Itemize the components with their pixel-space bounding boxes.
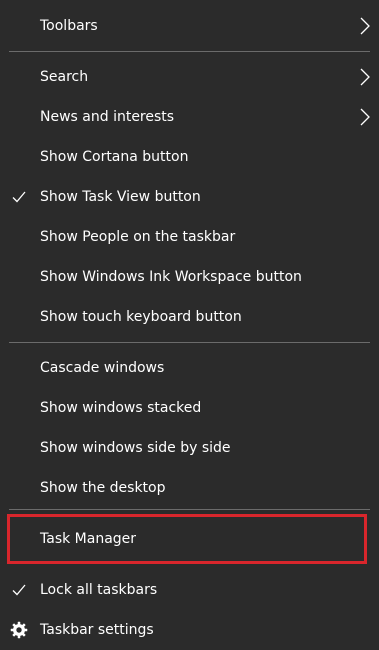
- menu-item-label: Taskbar settings: [40, 622, 154, 638]
- menu-separator: [9, 51, 370, 52]
- gear-icon: [10, 621, 28, 639]
- menu-item-label: Cascade windows: [40, 360, 165, 376]
- menu-item-label: Show Cortana button: [40, 149, 189, 165]
- menu-item-show-cortana-button[interactable]: Show Cortana button: [0, 137, 379, 177]
- menu-item-show-touch-keyboard[interactable]: Show touch keyboard button: [0, 297, 379, 337]
- menu-item-label: Show Task View button: [40, 189, 201, 205]
- menu-item-label: Lock all taskbars: [40, 582, 158, 598]
- menu-item-cascade-windows[interactable]: Cascade windows: [0, 348, 379, 388]
- checkmark-icon: [12, 584, 26, 596]
- menu-item-show-ink-workspace[interactable]: Show Windows Ink Workspace button: [0, 257, 379, 297]
- menu-item-taskbar-settings[interactable]: Taskbar settings: [0, 610, 379, 650]
- menu-item-label: Show Windows Ink Workspace button: [40, 269, 302, 285]
- chevron-right-icon: [360, 17, 370, 35]
- menu-separator: [9, 342, 370, 343]
- menu-item-lock-all-taskbars[interactable]: Lock all taskbars: [0, 570, 379, 610]
- menu-item-label: Show windows side by side: [40, 440, 231, 456]
- menu-item-label: News and interests: [40, 109, 175, 125]
- menu-item-show-desktop[interactable]: Show the desktop: [0, 468, 379, 508]
- highlight-box: [7, 514, 367, 564]
- menu-item-label: Search: [40, 69, 89, 85]
- chevron-right-icon: [360, 68, 370, 86]
- menu-item-label: Show windows stacked: [40, 400, 202, 416]
- menu-item-show-windows-stacked[interactable]: Show windows stacked: [0, 388, 379, 428]
- menu-item-show-task-view-button[interactable]: Show Task View button: [0, 177, 379, 217]
- menu-item-show-people[interactable]: Show People on the taskbar: [0, 217, 379, 257]
- menu-item-show-windows-side-by-side[interactable]: Show windows side by side: [0, 428, 379, 468]
- menu-item-label: Toolbars: [40, 18, 98, 34]
- menu-item-news-and-interests[interactable]: News and interests: [0, 97, 379, 137]
- menu-item-label: Show touch keyboard button: [40, 309, 242, 325]
- menu-item-toolbars[interactable]: Toolbars: [0, 6, 379, 46]
- menu-item-label: Show People on the taskbar: [40, 229, 236, 245]
- menu-item-search[interactable]: Search: [0, 57, 379, 97]
- checkmark-icon: [12, 191, 26, 203]
- menu-item-label: Show the desktop: [40, 480, 166, 496]
- menu-separator: [9, 509, 370, 510]
- taskbar-context-menu: Toolbars Search News and interests Show …: [0, 0, 379, 650]
- chevron-right-icon: [360, 108, 370, 126]
